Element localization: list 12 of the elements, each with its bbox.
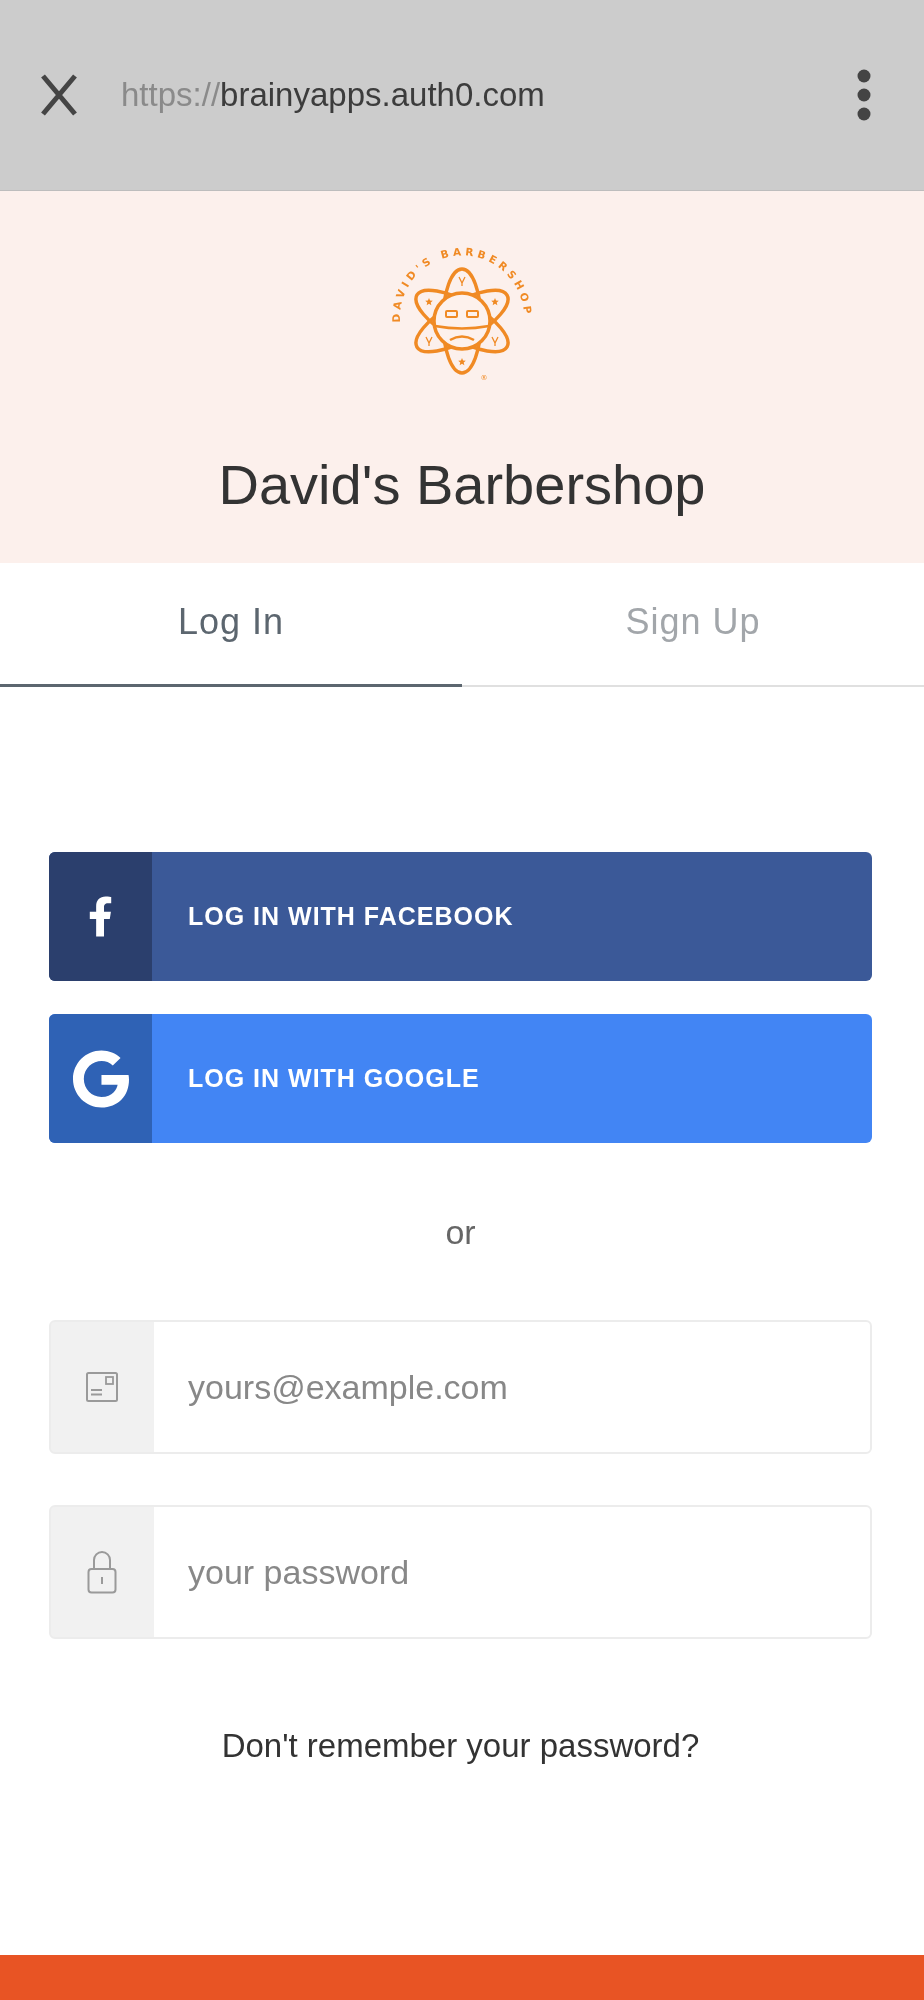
- google-login-button[interactable]: LOG IN WITH GOOGLE: [49, 1014, 872, 1143]
- separator-text: or: [445, 1212, 476, 1253]
- password-field[interactable]: your password: [49, 1505, 872, 1639]
- forgot-password-link[interactable]: Don't remember your password?: [221, 1725, 700, 1767]
- close-icon[interactable]: [41, 74, 77, 116]
- postcard-icon: [85, 1372, 118, 1402]
- more-options-icon[interactable]: [857, 69, 871, 121]
- facebook-login-button[interactable]: LOG IN WITH FACEBOOK: [49, 852, 872, 981]
- address-bar-url[interactable]: https://brainyapps.auth0.com: [121, 76, 857, 114]
- email-field[interactable]: yours@example.com: [49, 1320, 872, 1454]
- lock-icon: [86, 1550, 117, 1594]
- shop-title: David's Barbershop: [218, 453, 706, 517]
